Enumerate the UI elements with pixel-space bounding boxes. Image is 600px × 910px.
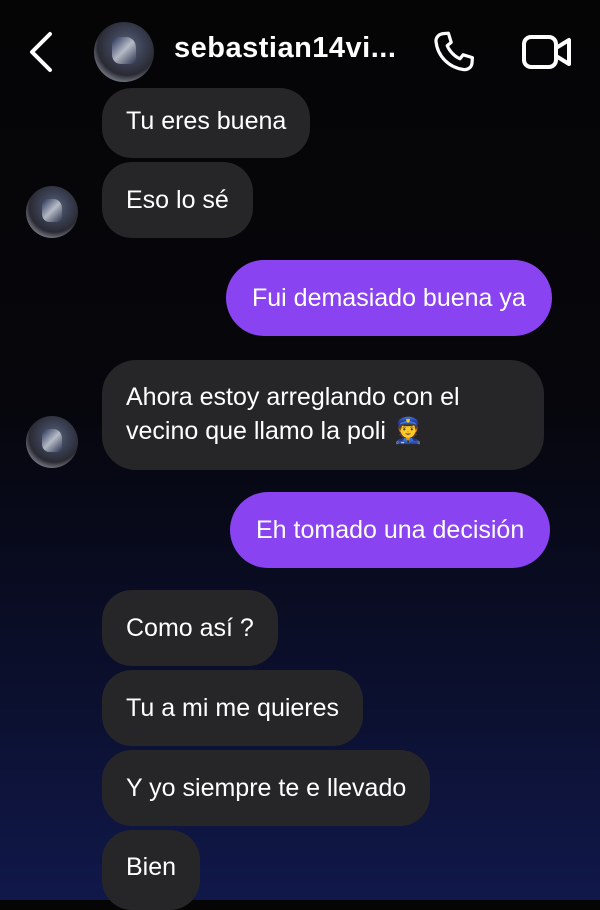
message-incoming[interactable]: Tu a mi me quieres <box>102 670 364 746</box>
message-text: Como así ? <box>126 614 254 642</box>
phone-icon <box>434 31 474 72</box>
video-camera-icon <box>522 35 571 69</box>
message-incoming[interactable]: Bien <box>102 830 201 910</box>
message-text: Bien <box>126 853 177 881</box>
message-text: Tu eres buena <box>126 107 287 135</box>
message-text: Eso lo sé <box>126 186 229 214</box>
message-incoming[interactable]: Tu eres buena <box>102 88 311 158</box>
message-incoming[interactable]: Como así ? <box>102 590 278 666</box>
message-incoming[interactable]: Y yo siempre te e llevado <box>102 750 431 826</box>
chat-header: sebastian14vi... <box>0 0 600 104</box>
message-outgoing[interactable]: Eh tomado una decisión <box>230 492 551 568</box>
message-text: Tu a mi me quieres <box>126 694 340 722</box>
contact-avatar-small[interactable] <box>26 186 78 238</box>
message-outgoing[interactable]: Fui demasiado buena ya <box>226 260 552 336</box>
message-incoming[interactable]: Eso lo sé <box>102 162 253 238</box>
chevron-left-icon <box>30 32 52 72</box>
message-text-line: Ahora estoy arreglando con el <box>126 383 460 411</box>
voice-call-button[interactable] <box>430 28 478 76</box>
contact-username[interactable]: sebastian14vi... <box>174 32 396 65</box>
contact-avatar[interactable] <box>94 22 154 82</box>
contact-avatar-small[interactable] <box>26 416 78 468</box>
message-incoming[interactable]: Ahora estoy arreglando con el vecino que… <box>102 360 544 470</box>
message-text: Fui demasiado buena ya <box>252 284 526 312</box>
message-text-line: vecino que llamo la poli 👮 <box>126 417 424 445</box>
video-call-button[interactable] <box>520 28 574 76</box>
message-text: Y yo siempre te e llevado <box>126 774 407 802</box>
message-text: Eh tomado una decisión <box>256 516 525 544</box>
back-button[interactable] <box>22 28 62 76</box>
